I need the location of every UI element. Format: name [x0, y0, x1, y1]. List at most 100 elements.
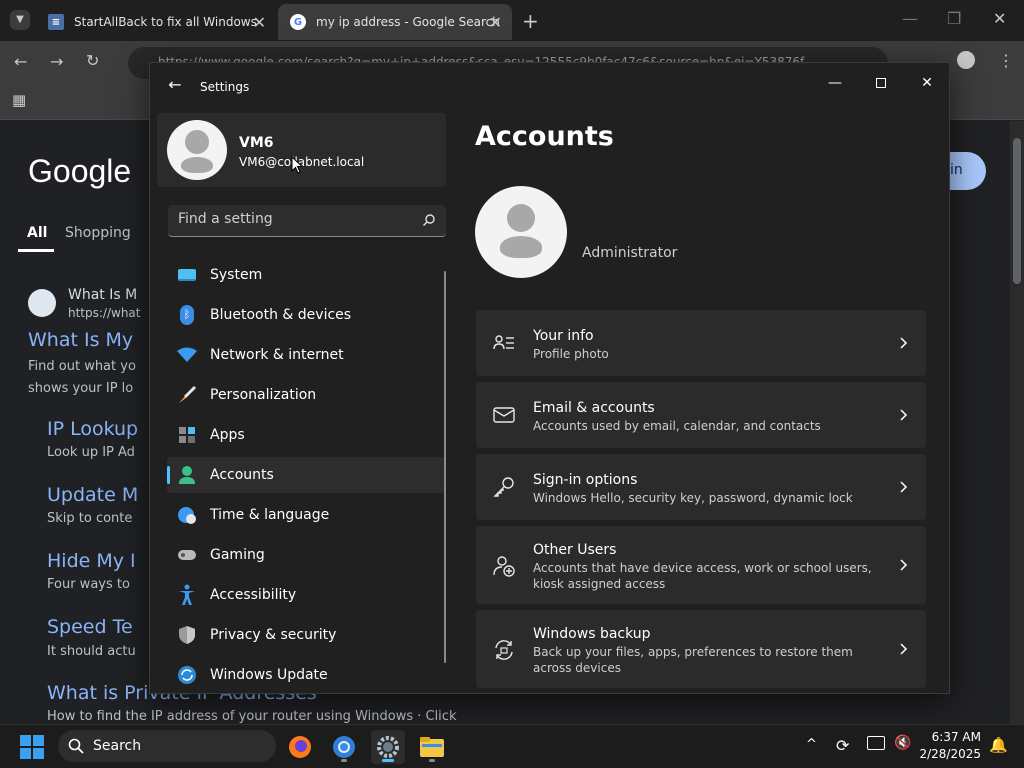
- page-favicon-icon: ≡: [48, 14, 64, 30]
- accessibility-icon: [177, 584, 197, 605]
- close-button[interactable]: ✕: [904, 69, 949, 97]
- result-url: https://what: [68, 306, 141, 320]
- card-description: Profile photo: [533, 347, 609, 361]
- start-button-windows-icon[interactable]: [20, 735, 44, 759]
- close-tab-icon[interactable]: ✕: [489, 13, 502, 32]
- brush-icon: [177, 385, 197, 405]
- search-tab-all[interactable]: All: [27, 225, 47, 241]
- result-link[interactable]: What Is My: [28, 329, 133, 351]
- chrome-app-icon[interactable]: [327, 730, 361, 764]
- card-other-users[interactable]: Other Users Accounts that have device ac…: [476, 526, 926, 604]
- minimize-icon[interactable]: —: [902, 9, 918, 28]
- card-windows-backup[interactable]: Windows backup Back up your files, apps,…: [476, 610, 926, 688]
- chevron-right-icon: [900, 409, 908, 421]
- google-logo[interactable]: Google: [28, 153, 131, 190]
- back-icon[interactable]: ←: [14, 52, 27, 71]
- profile-card[interactable]: VM6 VM6@collabnet.local: [157, 113, 446, 187]
- running-indicator: [341, 759, 347, 762]
- nav-item-gaming[interactable]: Gaming: [167, 537, 445, 573]
- new-tab-icon[interactable]: +: [522, 9, 539, 33]
- card-sign-in-options[interactable]: Sign-in options Windows Hello, security …: [476, 454, 926, 520]
- result-link[interactable]: IP Lookup: [47, 418, 138, 440]
- site-favicon-icon: [28, 289, 56, 317]
- search-tab-shopping[interactable]: Shopping: [65, 225, 131, 241]
- person-list-icon: [493, 335, 514, 350]
- file-explorer-app-icon[interactable]: [415, 730, 449, 764]
- tab-title: my ip address - Google Search: [316, 15, 500, 29]
- nav-item-privacy-security[interactable]: Privacy & security: [167, 617, 445, 653]
- find-setting-box[interactable]: [168, 205, 446, 237]
- tab-search-icon[interactable]: ▼: [10, 10, 30, 30]
- card-email-accounts[interactable]: Email & accounts Accounts used by email,…: [476, 382, 926, 448]
- chevron-right-icon: [900, 559, 908, 571]
- shield-icon: [177, 625, 197, 645]
- maximize-button[interactable]: [858, 69, 904, 97]
- nav-item-bluetooth[interactable]: ᛒ Bluetooth & devices: [167, 297, 445, 333]
- network-icon[interactable]: [867, 736, 885, 750]
- result-link[interactable]: Speed Te: [47, 616, 133, 638]
- window-title: Settings: [200, 80, 250, 94]
- back-arrow-icon[interactable]: ←: [164, 75, 186, 94]
- scrollbar-thumb[interactable]: [1013, 138, 1021, 284]
- menu-icon[interactable]: ⋮: [998, 51, 1014, 70]
- browser-tab[interactable]: ≡ StartAllBack to fix all Windows ✕: [36, 4, 276, 40]
- globe-clock-icon: [177, 505, 197, 525]
- result-snippet: Look up IP Ad: [47, 445, 135, 460]
- nav-label: Windows Update: [210, 667, 328, 683]
- clock-date[interactable]: 2/28/2025: [919, 747, 981, 761]
- notifications-bell-icon[interactable]: 🔔: [989, 736, 1008, 754]
- result-snippet: Skip to conte: [47, 511, 133, 526]
- result-snippet: Four ways to: [47, 577, 130, 592]
- nav-label: Personalization: [210, 387, 317, 403]
- result-link[interactable]: Update M: [47, 484, 138, 506]
- close-tab-icon[interactable]: ✕: [253, 13, 266, 32]
- sync-icon[interactable]: ⟳: [836, 736, 849, 755]
- taskbar-search[interactable]: Search: [58, 730, 276, 762]
- avatar: [167, 120, 227, 180]
- nav-item-network[interactable]: Network & internet: [167, 337, 445, 373]
- close-window-icon[interactable]: ✕: [993, 9, 1006, 28]
- nav-item-accounts[interactable]: Accounts: [167, 457, 445, 493]
- bluetooth-icon: ᛒ: [177, 305, 197, 325]
- minimize-button[interactable]: —: [812, 69, 858, 97]
- nav-item-personalization[interactable]: Personalization: [167, 377, 445, 413]
- card-description: Accounts used by email, calendar, and co…: [533, 419, 821, 433]
- backup-icon: [495, 640, 513, 660]
- maximize-icon[interactable]: ❐: [947, 9, 961, 28]
- maximize-icon: [876, 78, 886, 88]
- result-snippet: How to find the IP address of your route…: [47, 709, 457, 724]
- update-icon: [177, 665, 197, 685]
- profile-icon[interactable]: [957, 51, 975, 69]
- nav-item-accessibility[interactable]: Accessibility: [167, 577, 445, 613]
- clock-time[interactable]: 6:37 AM: [932, 730, 981, 744]
- page-title: Accounts: [475, 121, 614, 152]
- settings-nav: System ᛒ Bluetooth & devices Network & i…: [167, 257, 445, 693]
- nav-item-system[interactable]: System: [167, 257, 445, 293]
- nav-item-windows-update[interactable]: Windows Update: [167, 657, 445, 693]
- monitor-icon: [177, 265, 197, 285]
- mouse-cursor-icon: [291, 156, 303, 174]
- reload-icon[interactable]: ↻: [86, 51, 99, 70]
- result-link[interactable]: Hide My I: [47, 550, 136, 572]
- nav-scrollbar[interactable]: [444, 271, 446, 663]
- chevron-up-icon[interactable]: ^: [806, 737, 817, 752]
- nav-label: Privacy & security: [210, 627, 337, 643]
- apps-grid-icon[interactable]: ▦: [12, 91, 26, 109]
- firefox-app-icon[interactable]: [283, 730, 317, 764]
- taskbar: Search ^ ⟳ 🔇 6:37 AM 2/28/2025 🔔: [0, 724, 1024, 768]
- nav-item-time-language[interactable]: Time & language: [167, 497, 445, 533]
- settings-app-icon[interactable]: [371, 730, 405, 764]
- find-setting-input[interactable]: [178, 211, 408, 227]
- nav-item-apps[interactable]: Apps: [167, 417, 445, 453]
- nav-label: Apps: [210, 427, 245, 443]
- nav-label: Gaming: [210, 547, 265, 563]
- card-your-info[interactable]: Your info Profile photo: [476, 310, 926, 376]
- wifi-icon: [177, 345, 197, 365]
- chevron-right-icon: [900, 337, 908, 349]
- profile-name: VM6: [239, 135, 274, 151]
- card-title: Windows backup: [533, 626, 651, 642]
- taskbar-search-label: Search: [93, 738, 142, 754]
- forward-icon[interactable]: →: [50, 52, 63, 71]
- browser-tab-active[interactable]: G my ip address - Google Search ✕: [278, 4, 512, 40]
- speaker-muted-icon[interactable]: 🔇: [894, 735, 911, 751]
